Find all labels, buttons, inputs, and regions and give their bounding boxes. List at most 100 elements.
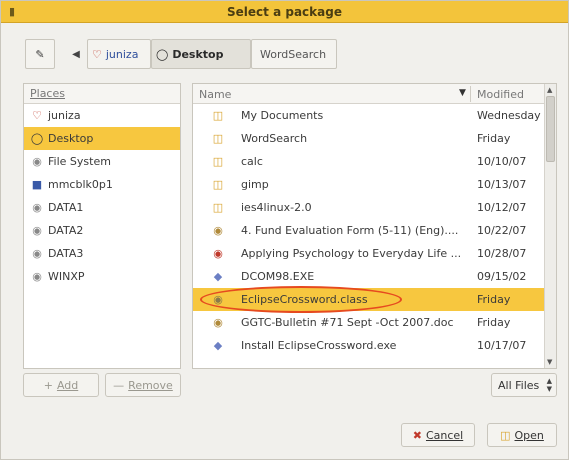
file-list: ◫ My Documents Wednesday ◫ WordSearch Fr… — [193, 104, 544, 357]
file-modified: 10/12/07 — [477, 201, 527, 214]
document-icon: ◉ — [213, 224, 223, 237]
file-row[interactable]: ◫ gimp 10/13/07 — [193, 173, 544, 196]
cancel-button-label: Cancel — [425, 428, 464, 442]
executable-icon: ◆ — [213, 270, 223, 283]
edit-location-button[interactable]: ✎ — [25, 39, 55, 69]
path-scroll-left-button[interactable]: ◀ — [67, 39, 85, 69]
file-modified: Wednesday — [477, 109, 541, 122]
file-row[interactable]: ◫ My Documents Wednesday — [193, 104, 544, 127]
file-row[interactable]: ◆ Install EclipseCrossword.exe 10/17/07 — [193, 334, 544, 357]
places-pane: Places ♡ juniza ◯ Desktop ◉ File System … — [23, 83, 181, 369]
file-name: 4. Fund Evaluation Form (5-11) (Eng).... — [241, 224, 459, 237]
places-header[interactable]: Places — [24, 84, 180, 104]
drive-icon: ◉ — [32, 247, 42, 260]
folder-icon: ◫ — [212, 132, 224, 145]
file-modified: 10/22/07 — [477, 224, 527, 237]
highlight-ring-annotation — [200, 286, 402, 313]
place-item-data2[interactable]: ◉ DATA2 — [24, 219, 180, 242]
file-row[interactable]: ◫ calc 10/10/07 — [193, 150, 544, 173]
place-label: WINXP — [48, 270, 85, 283]
cancel-button[interactable]: ✖ Cancel — [401, 423, 475, 447]
column-divider[interactable] — [470, 86, 471, 102]
path-item-label: WordSearch — [260, 47, 327, 61]
file-modified: Friday — [477, 132, 511, 145]
file-name: ies4linux-2.0 — [241, 201, 312, 214]
spinner-arrows-icon: ▲ ▼ — [546, 377, 552, 393]
place-item-data3[interactable]: ◉ DATA3 — [24, 242, 180, 265]
place-label: mmcblk0p1 — [48, 178, 113, 191]
home-folder-icon: ♡ — [32, 109, 42, 122]
scroll-up-icon[interactable]: ▲ — [547, 86, 552, 94]
file-row[interactable]: ◉ GGTC-Bulletin #71 Sept -Oct 2007.doc F… — [193, 311, 544, 334]
file-modified: 10/17/07 — [477, 339, 527, 352]
file-name: DCOM98.EXE — [241, 270, 315, 283]
scroll-down-icon[interactable]: ▼ — [547, 358, 552, 366]
path-item-wordsearch[interactable]: WordSearch — [251, 39, 337, 69]
file-name: Install EclipseCrossword.exe — [241, 339, 397, 352]
place-label: File System — [48, 155, 111, 168]
file-name: GGTC-Bulletin #71 Sept -Oct 2007.doc — [241, 316, 454, 329]
sd-card-icon: ■ — [31, 178, 43, 191]
scrollbar-thumb[interactable] — [546, 96, 555, 162]
drive-icon: ◉ — [32, 270, 42, 283]
file-name: WordSearch — [241, 132, 308, 145]
file-row[interactable]: ◫ ies4linux-2.0 10/12/07 — [193, 196, 544, 219]
remove-button-label: Remove — [128, 378, 173, 392]
drive-icon: ◉ — [32, 201, 42, 214]
desktop-icon: ◯ — [30, 132, 44, 145]
file-modified: 10/28/07 — [477, 247, 527, 260]
minus-icon: — — [113, 378, 125, 392]
place-item-file-system[interactable]: ◉ File System — [24, 150, 180, 173]
place-label: Desktop — [48, 132, 94, 145]
file-modified: Friday — [477, 316, 511, 329]
place-item-mmcblk0p1[interactable]: ■ mmcblk0p1 — [24, 173, 180, 196]
desktop-icon: ◯ — [156, 47, 169, 61]
drive-icon: ◉ — [32, 155, 42, 168]
vertical-scrollbar[interactable]: ▲ ▼ — [544, 84, 556, 368]
path-item-label: Desktop — [172, 47, 224, 61]
add-bookmark-button[interactable]: + Add — [23, 373, 99, 397]
file-modified: 10/10/07 — [477, 155, 527, 168]
title-bar: ▮ Select a package — [1, 1, 568, 23]
remove-bookmark-button[interactable]: — Remove — [105, 373, 181, 397]
home-folder-icon: ♡ — [92, 47, 102, 61]
file-list-header: Name ▼ Modified — [193, 84, 544, 104]
file-row[interactable]: ◉ Applying Psychology to Everyday Life .… — [193, 242, 544, 265]
file-modified: 10/13/07 — [477, 178, 527, 191]
drive-icon: ◉ — [32, 224, 42, 237]
place-label: DATA3 — [48, 247, 84, 260]
place-item-winxp[interactable]: ◉ WINXP — [24, 265, 180, 288]
file-row[interactable]: ◉ 4. Fund Evaluation Form (5-11) (Eng)..… — [193, 219, 544, 242]
file-name: My Documents — [241, 109, 324, 122]
document-icon: ◉ — [213, 247, 223, 260]
file-modified: Friday — [477, 293, 511, 306]
path-item-desktop[interactable]: ◯ Desktop — [151, 39, 251, 69]
folder-icon: ◫ — [212, 109, 224, 122]
place-label: DATA2 — [48, 224, 84, 237]
place-item-juniza[interactable]: ♡ juniza — [24, 104, 180, 127]
folder-icon: ◫ — [212, 201, 224, 214]
place-item-desktop[interactable]: ◯ Desktop — [24, 127, 180, 150]
file-name: Applying Psychology to Everyday Life ... — [241, 247, 462, 260]
file-name: gimp — [241, 178, 269, 191]
chevron-left-icon: ◀ — [72, 48, 80, 60]
file-name: calc — [241, 155, 263, 168]
path-item-label: juniza — [105, 47, 139, 61]
place-label: DATA1 — [48, 201, 84, 214]
file-row[interactable]: ◆ DCOM98.EXE 09/15/02 — [193, 265, 544, 288]
place-item-data1[interactable]: ◉ DATA1 — [24, 196, 180, 219]
file-row[interactable]: ◫ WordSearch Friday — [193, 127, 544, 150]
sort-descending-icon: ▼ — [459, 88, 466, 98]
cancel-icon: ✖ — [412, 428, 422, 442]
path-item-juniza[interactable]: ♡ juniza — [87, 39, 151, 69]
place-label: juniza — [48, 109, 81, 122]
column-header-name[interactable]: Name — [199, 88, 231, 101]
folder-icon: ◫ — [212, 178, 224, 191]
open-button[interactable]: ◫ Open — [487, 423, 557, 447]
file-list-pane: Name ▼ Modified ◫ My Documents Wednesday… — [192, 83, 557, 369]
pencil-icon: ✎ — [35, 47, 45, 61]
file-type-filter[interactable]: All Files ▲ ▼ — [491, 373, 557, 397]
column-header-modified[interactable]: Modified — [477, 88, 524, 101]
file-chooser-dialog: ▮ Select a package ✎ ◀ ♡ juniza ◯ Deskto… — [0, 0, 569, 460]
file-modified: 09/15/02 — [477, 270, 527, 283]
